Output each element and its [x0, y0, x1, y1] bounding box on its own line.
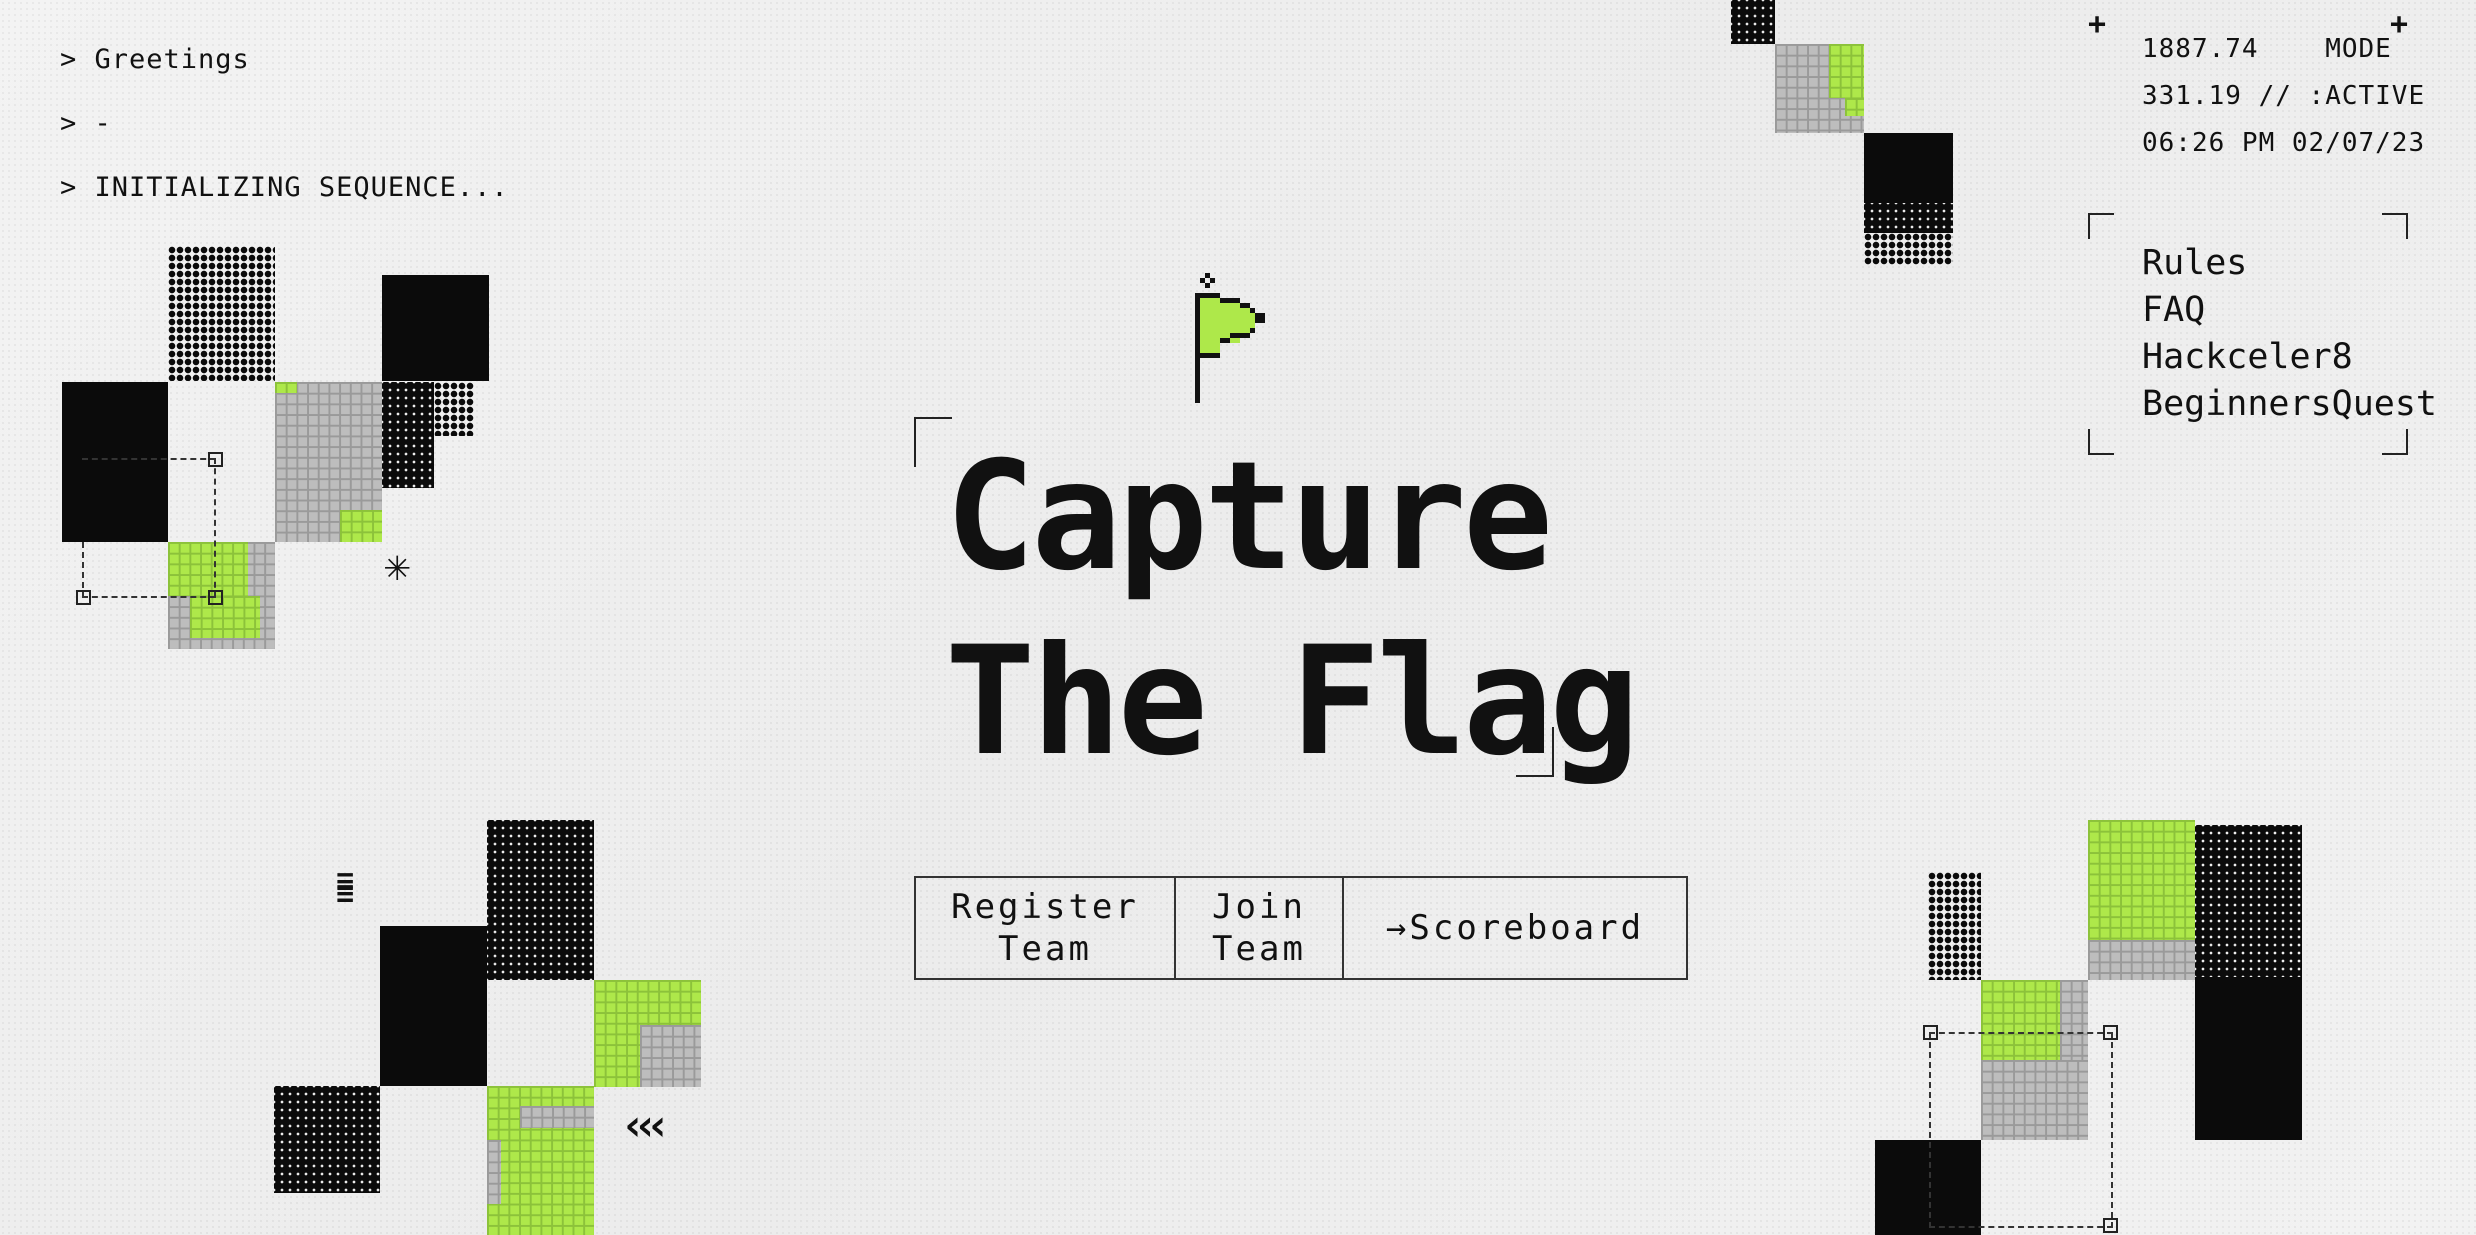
dither-tile — [2195, 825, 2302, 980]
selection-handle — [2103, 1025, 2118, 1040]
scoreboard-button[interactable]: →Scoreboard — [1342, 878, 1686, 978]
dither-tile — [382, 382, 434, 488]
black-tile — [1864, 133, 1953, 203]
coord-y: 331.19 — [2142, 81, 2242, 111]
dither-tile — [1928, 872, 1981, 980]
selection-guide — [82, 542, 216, 598]
dither-tile — [168, 246, 275, 381]
status-readout: 1887.74 MODE 331.19 // :ACTIVE 06:26 PM … — [2142, 26, 2425, 167]
green-grid-patch — [1845, 98, 1864, 116]
nav-item-hackceler8[interactable]: Hackceler8 — [2142, 334, 2437, 381]
mode-label: MODE — [2325, 34, 2392, 64]
black-tile — [2195, 977, 2302, 1140]
register-team-button[interactable]: Register Team — [916, 878, 1174, 978]
selection-handle — [1923, 1025, 1938, 1040]
terminal-line: > Greetings — [60, 44, 250, 75]
selection-handle — [76, 590, 91, 605]
grey-grid-patch — [520, 1106, 594, 1128]
selection-guide — [1929, 1032, 2113, 1228]
join-team-button[interactable]: Join Team — [1174, 878, 1342, 978]
crosshair-icon: + — [2088, 7, 2107, 42]
bracket-corner — [2088, 429, 2114, 455]
dither-tile — [1731, 0, 1775, 44]
terminal-line: > INITIALIZING SEQUENCE... — [60, 172, 509, 203]
bracket-corner — [2088, 213, 2114, 239]
grey-grid-patch — [2088, 940, 2195, 980]
mode-value: // :ACTIVE — [2258, 81, 2426, 111]
selection-handle — [208, 452, 223, 467]
green-grid-patch — [190, 596, 260, 638]
black-tile — [380, 926, 487, 1086]
dashed-lines-icon: ≡ ≡ — [336, 864, 354, 911]
nav-item-faq[interactable]: FAQ — [2142, 287, 2437, 334]
black-tile — [382, 275, 489, 381]
green-grid-patch — [275, 382, 297, 393]
green-grid-patch — [340, 510, 382, 542]
terminal-log: > Greetings > - > INITIALIZING SEQUENCE.… — [60, 28, 509, 220]
clock-time: 06:26 PM — [2142, 128, 2276, 158]
selection-handle — [2103, 1218, 2118, 1233]
page-title: Capture The Flag — [945, 430, 1639, 789]
bracket-corner — [2382, 213, 2408, 239]
nav-item-rules[interactable]: Rules — [2142, 240, 2437, 287]
dither-tile — [1864, 233, 1953, 265]
coord-x: 1887.74 — [2142, 34, 2259, 64]
dither-tile — [274, 1086, 380, 1193]
action-button-group: Register Team Join Team →Scoreboard — [914, 876, 1688, 980]
dither-tile — [487, 820, 594, 980]
nav-item-beginnersquest[interactable]: BeginnersQuest — [2142, 381, 2437, 428]
double-chevron-left-icon: ‹‹‹ — [620, 1100, 672, 1151]
main-nav: Rules FAQ Hackceler8 BeginnersQuest — [2142, 240, 2437, 428]
dither-tile — [434, 382, 474, 436]
clock-date: 02/07/23 — [2291, 128, 2426, 158]
grey-grid-patch — [640, 1025, 701, 1087]
selection-handle — [208, 590, 223, 605]
bracket-corner — [2382, 429, 2408, 455]
asterisk-icon: ✳ — [384, 540, 411, 591]
dither-tile — [1864, 203, 1953, 233]
green-grid-patch — [1829, 44, 1864, 98]
terminal-line: > - — [60, 108, 112, 139]
grey-grid-patch — [487, 1140, 501, 1204]
flag-icon — [1195, 273, 1265, 403]
